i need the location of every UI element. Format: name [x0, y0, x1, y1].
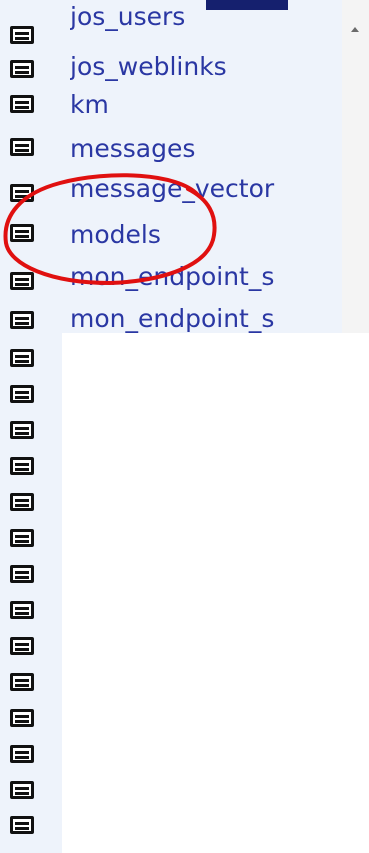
table-icon[interactable] [10, 272, 34, 290]
table-link-models[interactable]: models [70, 220, 342, 250]
table-link-message-vector[interactable]: message_vector [70, 174, 342, 204]
table-icon[interactable] [10, 349, 34, 367]
table-link-jos-users[interactable]: jos_users [70, 2, 342, 32]
table-icon[interactable] [10, 781, 34, 799]
table-icon[interactable] [10, 421, 34, 439]
table-link-jos-weblinks[interactable]: jos_weblinks [70, 52, 342, 82]
table-icon[interactable] [10, 26, 34, 44]
table-icon[interactable] [10, 311, 34, 329]
table-link-mon-endpoint-2[interactable]: mon_endpoint_s [70, 304, 342, 334]
table-icon[interactable] [10, 816, 34, 834]
table-icon[interactable] [10, 138, 34, 156]
table-icon[interactable] [10, 493, 34, 511]
table-icon[interactable] [10, 385, 34, 403]
table-icon[interactable] [10, 457, 34, 475]
scroll-up-arrow-icon[interactable] [351, 27, 359, 32]
table-icon[interactable] [10, 601, 34, 619]
table-icon[interactable] [10, 673, 34, 691]
scrollbar[interactable] [342, 0, 369, 333]
table-icon[interactable] [10, 224, 34, 242]
table-icon[interactable] [10, 745, 34, 763]
table-icon[interactable] [10, 95, 34, 113]
table-icon[interactable] [10, 184, 34, 202]
table-link-km[interactable]: km [70, 90, 342, 120]
table-icon[interactable] [10, 637, 34, 655]
table-icon[interactable] [10, 565, 34, 583]
table-icon[interactable] [10, 60, 34, 78]
table-icon[interactable] [10, 529, 34, 547]
table-icon[interactable] [10, 709, 34, 727]
table-link-mon-endpoint-1[interactable]: mon_endpoint_s [70, 262, 342, 292]
table-link-messages[interactable]: messages [70, 134, 342, 164]
